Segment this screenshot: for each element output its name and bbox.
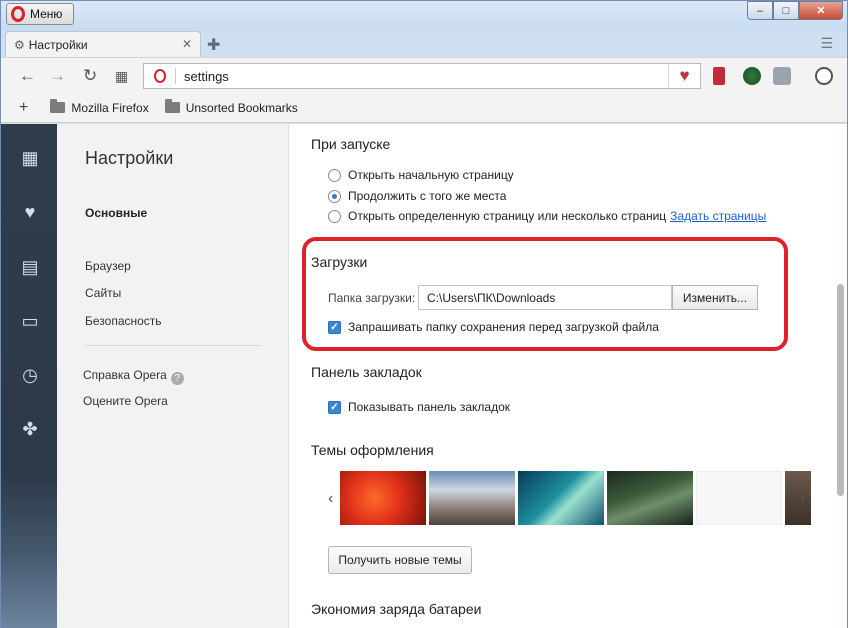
news-icon[interactable]: ▤: [19, 256, 41, 278]
sidebar-item-security[interactable]: Безопасность: [85, 314, 162, 328]
startup-option-home[interactable]: Открыть начальную страницу: [328, 168, 514, 182]
folder-icon: [50, 99, 66, 113]
folder-icon: [164, 99, 180, 113]
battery-saver-heading: Экономия заряда батареи: [311, 601, 482, 617]
sidebar-divider: [85, 345, 261, 346]
themes-heading: Темы оформления: [311, 442, 434, 458]
minimize-button[interactable]: –: [747, 1, 773, 20]
settings-title: Настройки: [85, 148, 174, 168]
vertical-scrollbar[interactable]: [834, 124, 847, 628]
window-controls: – □ ✕: [747, 1, 843, 20]
navigation-toolbar: ← → ↻ ▦ settings ♥: [1, 57, 847, 93]
reload-icon[interactable]: ↻: [83, 66, 97, 86]
startup-option-specific[interactable]: Открыть определенную страницу или нескол…: [328, 209, 766, 223]
checkbox-label: Запрашивать папку сохранения перед загру…: [348, 320, 659, 334]
bookmark-label: Unsorted Bookmarks: [185, 100, 298, 115]
themes-next-arrow-icon[interactable]: ›: [800, 490, 805, 508]
back-arrow-icon[interactable]: ←: [19, 66, 36, 86]
checkbox-label: Показывать панель закладок: [348, 400, 511, 414]
heart-icon[interactable]: ♥: [19, 201, 41, 223]
download-folder-field[interactable]: C:\Users\ПК\Downloads: [418, 285, 672, 310]
bookmark-folder-unsorted[interactable]: Unsorted Bookmarks: [164, 99, 298, 115]
radio-button-selected[interactable]: [328, 189, 341, 203]
maximize-button[interactable]: □: [773, 1, 799, 20]
tab-bar: ⚙ Настройки ✕ ✚ ☰: [1, 31, 847, 57]
tab-close-icon[interactable]: ✕: [182, 37, 192, 51]
rate-opera-link[interactable]: Оцените Opera: [83, 394, 168, 408]
monitor-icon[interactable]: ▭: [19, 310, 41, 332]
opera-sidebar: ▦ ♥ ▤ ▭ ◷ ✤: [1, 124, 57, 628]
sidebar-item-basic[interactable]: Основные: [85, 206, 147, 220]
settings-content: При запуске Открыть начальную страницу П…: [290, 124, 834, 628]
address-bar[interactable]: settings ♥: [143, 63, 701, 89]
bookmark-folder-mozilla-firefox[interactable]: Mozilla Firefox: [50, 99, 149, 115]
theme-thumbnail-feather[interactable]: [607, 471, 693, 525]
settings-page: ▦ ♥ ▤ ▭ ◷ ✤ Настройки Основные Браузер С…: [1, 124, 847, 628]
themes-carousel: [340, 471, 820, 527]
gear-icon: ⚙: [14, 37, 25, 52]
extension-shield-icon[interactable]: [773, 67, 791, 85]
startup-heading: При запуске: [311, 136, 391, 152]
clock-icon[interactable]: ◷: [19, 364, 41, 386]
help-label: Справка Opera: [83, 368, 167, 382]
startup-option-continue[interactable]: Продолжить с того же места: [328, 189, 506, 203]
sidebar-item-browser[interactable]: Браузер: [85, 259, 131, 273]
theme-thumbnail-partial[interactable]: [785, 471, 811, 525]
option-label: Открыть начальную страницу: [348, 168, 514, 182]
tab-settings[interactable]: ⚙ Настройки ✕: [5, 31, 201, 57]
speed-dial-icon[interactable]: ▦: [19, 147, 41, 169]
forward-arrow-icon[interactable]: →: [49, 66, 66, 86]
theme-thumbnail-flower[interactable]: [340, 471, 426, 525]
browser-window: Меню – □ ✕ ⚙ Настройки ✕ ✚ ☰ ← → ↻ ▦ set…: [0, 0, 848, 628]
change-folder-button[interactable]: Изменить...: [672, 285, 758, 310]
opera-logo-icon: [11, 6, 25, 22]
address-separator: [175, 68, 176, 84]
help-question-icon: ?: [170, 372, 184, 385]
bookmark-heart-icon[interactable]: ♥: [668, 64, 700, 88]
puzzle-icon[interactable]: ✤: [19, 418, 41, 440]
bookmark-label: Mozilla Firefox: [71, 100, 149, 115]
download-folder-label: Папка загрузки:: [328, 291, 416, 305]
theme-thumbnail-waves[interactable]: [518, 471, 604, 525]
set-pages-link[interactable]: Задать страницы: [670, 209, 766, 223]
address-url: settings: [184, 68, 229, 84]
sidebar-item-sites[interactable]: Сайты: [85, 286, 121, 300]
radio-button[interactable]: [328, 209, 341, 223]
settings-sidebar: Настройки Основные Браузер Сайты Безопас…: [57, 124, 289, 628]
downloads-heading: Загрузки: [311, 254, 368, 270]
show-bookmarks-bar-option[interactable]: ✓ Показывать панель закладок: [328, 400, 510, 414]
tab-title: Настройки: [28, 37, 88, 52]
extension-bookmark-icon[interactable]: [713, 67, 725, 85]
speed-dial-grid-icon[interactable]: ▦: [115, 68, 128, 85]
extension-globe-icon[interactable]: [743, 67, 761, 85]
option-label: Продолжить с того же места: [348, 189, 507, 203]
scrollbar-thumb[interactable]: [837, 284, 844, 496]
download-icon[interactable]: [815, 67, 833, 85]
menu-label: Меню: [30, 7, 63, 21]
checkbox-checked[interactable]: ✓: [328, 400, 341, 414]
themes-prev-arrow-icon[interactable]: ‹: [328, 490, 333, 508]
option-label: Открыть определенную страницу или нескол…: [348, 209, 667, 223]
close-button[interactable]: ✕: [799, 1, 843, 20]
title-bar: Меню – □ ✕: [1, 1, 847, 31]
bookmarks-bar: + Mozilla Firefox Unsorted Bookmarks: [1, 93, 847, 123]
opera-menu-button[interactable]: Меню: [6, 3, 74, 25]
theme-thumbnail-mountain[interactable]: [429, 471, 515, 525]
theme-thumbnail-blank[interactable]: [696, 471, 782, 525]
tab-menu-icon[interactable]: ☰: [820, 35, 833, 52]
radio-button[interactable]: [328, 168, 341, 182]
ask-download-folder-option[interactable]: ✓ Запрашивать папку сохранения перед заг…: [328, 320, 659, 334]
bookmarks-panel-heading: Панель закладок: [311, 364, 422, 380]
new-tab-plus-icon[interactable]: ✚: [207, 35, 220, 55]
add-bookmark-plus-icon[interactable]: +: [19, 99, 28, 117]
help-link[interactable]: Справка Opera?: [83, 368, 184, 385]
checkbox-checked[interactable]: ✓: [328, 320, 341, 334]
get-new-themes-button[interactable]: Получить новые темы: [328, 546, 472, 574]
opera-o-icon: [154, 69, 166, 83]
